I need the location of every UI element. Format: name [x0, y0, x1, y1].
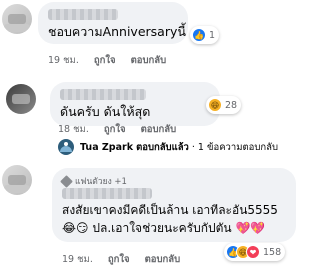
- comment-text-line1: สงสัยเขาคงมีคดีเป็นล้าน เอาทีละอัน5555: [62, 203, 278, 217]
- avatar-blur: [8, 175, 26, 185]
- like-button[interactable]: ถูกใจ: [108, 254, 130, 265]
- like-reaction-icon: 👍: [192, 28, 206, 42]
- avatar-blur: [4, 24, 30, 32]
- fan-badge[interactable]: แฟนตัวยง +1: [60, 174, 127, 188]
- reply-action: ตอบกลับแล้ว: [136, 141, 189, 153]
- comment-meta: 18 ชม. ถูกใจ ตอบกลับ: [58, 122, 188, 137]
- comment-meta: 19 ชม. ถูกใจ ตอบกลับ: [62, 252, 192, 267]
- reaction-summary[interactable]: 👍 1: [190, 26, 220, 44]
- avatar-blur: [4, 185, 30, 193]
- comment-time[interactable]: 18 ชม.: [58, 124, 89, 135]
- comment-time[interactable]: 19 ชม.: [48, 55, 79, 66]
- haha-reaction-icon: 😆: [208, 98, 222, 112]
- comment-time[interactable]: 19 ชม.: [62, 254, 93, 265]
- commenter-name[interactable]: [62, 188, 152, 199]
- reaction-summary[interactable]: 😆 28: [206, 96, 242, 114]
- like-button[interactable]: ถูกใจ: [104, 124, 126, 135]
- love-reaction-icon: ❤: [246, 245, 260, 259]
- avatar-blur: [8, 14, 26, 24]
- comment-text: ปล.เอาใจช่วยนะครับกัปตัน: [92, 221, 232, 235]
- reply-author-name[interactable]: Tua Zpark: [80, 142, 133, 153]
- avatar-blur: [12, 94, 30, 104]
- like-button[interactable]: ถูกใจ: [94, 55, 116, 66]
- view-replies-link[interactable]: Tua Zpark ตอบกลับแล้ว · 1 ข้อความตอบกลับ: [58, 139, 278, 155]
- reply-button[interactable]: ตอบกลับ: [145, 254, 181, 265]
- reaction-summary[interactable]: 👍 😆 ❤ 158: [224, 243, 286, 261]
- comment-bubble: แฟนตัวยง +1 สงสัยเขาคงมีคดีเป็นล้าน เอาท…: [52, 168, 296, 242]
- heart-emoji: 💖💖: [235, 221, 266, 235]
- reaction-count: 28: [225, 99, 238, 111]
- reply-button[interactable]: ตอบกลับ: [131, 55, 167, 66]
- commenter-avatar[interactable]: [2, 4, 32, 34]
- comment-bubble: ดันครับ ดันให้สุด: [50, 82, 220, 126]
- laugh-emoji: 😂😏: [62, 221, 89, 235]
- comment-meta: 19 ชม. ถูกใจ ตอบกลับ: [48, 53, 178, 68]
- commenter-avatar[interactable]: [2, 165, 32, 195]
- comment-text: ชอบความAnniversaryนี้: [48, 24, 186, 39]
- commenter-name[interactable]: [60, 89, 146, 100]
- reply-author-avatar: [58, 139, 74, 155]
- reply-button[interactable]: ตอบกลับ: [141, 124, 177, 135]
- fan-badge-label: แฟนตัวยง +1: [75, 177, 127, 187]
- reaction-count: 158: [263, 246, 282, 258]
- reaction-count: 1: [209, 29, 216, 41]
- comment-bubble: ชอบความAnniversaryนี้: [38, 2, 188, 44]
- commenter-avatar[interactable]: [6, 84, 36, 114]
- commenter-name[interactable]: [48, 9, 118, 20]
- comment-text: ดันครับ ดันให้สุด: [60, 104, 151, 119]
- reply-count[interactable]: · 1 ข้อความตอบกลับ: [192, 140, 278, 155]
- comment-text-line2: 😂😏 ปล.เอาใจช่วยนะครับกัปตัน 💖💖: [62, 220, 265, 236]
- diamond-icon: [60, 174, 73, 188]
